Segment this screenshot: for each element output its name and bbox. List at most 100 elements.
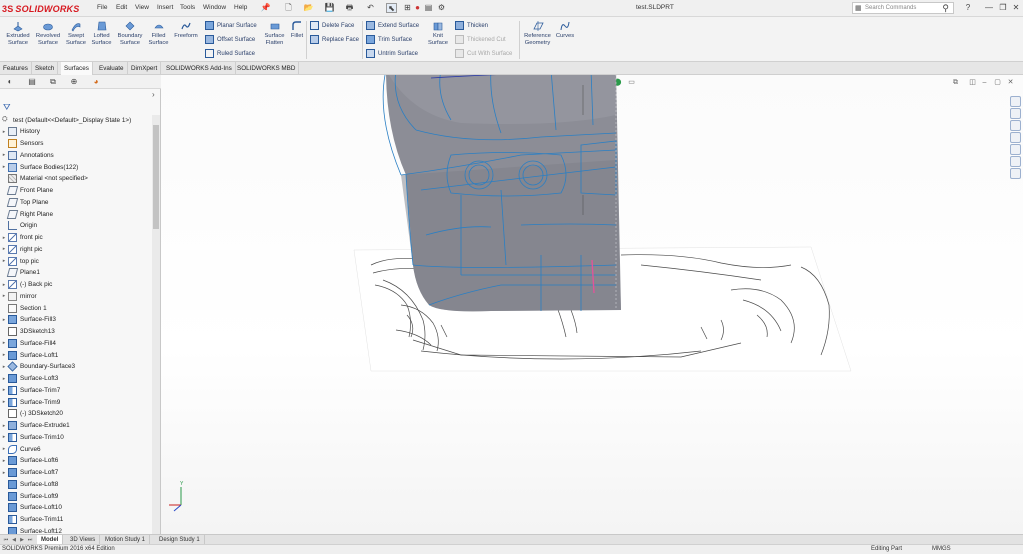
expand-arrow-icon[interactable]: ▸ — [0, 235, 8, 241]
tree-item[interactable]: ▸ History — [0, 126, 152, 138]
graphics-area[interactable]: ⌕ ⌕ ↺ ◧ ✎ ⬒ ◩ ◉ ◆ ⬤ ▭ ⧉ ◫ – ▢ ✕ — [161, 75, 1023, 534]
open-icon[interactable]: 📂 — [303, 3, 314, 13]
feature-tree-scrollbar[interactable] — [152, 115, 160, 534]
expand-arrow-icon[interactable]: ▸ — [0, 470, 8, 476]
tab-surfaces[interactable]: Surfaces — [61, 62, 93, 75]
dimxpert-manager-icon[interactable]: ⊕ — [68, 77, 80, 87]
next-tab-icon[interactable]: ▶ — [18, 536, 26, 544]
planar-surface-button[interactable]: Planar Surface — [205, 20, 257, 31]
tree-item[interactable]: Plane1 — [0, 267, 152, 279]
print-icon[interactable]: 🖶 — [344, 3, 355, 13]
previous-tab-icon[interactable]: ◀ — [10, 536, 18, 544]
appearances-icon[interactable] — [1010, 144, 1021, 155]
tree-item[interactable]: Front Plane — [0, 185, 152, 197]
restore-button[interactable]: ❐ — [997, 3, 1009, 13]
tree-item[interactable]: Surface-Loft10 — [0, 502, 152, 514]
undo-icon[interactable]: ↶ — [365, 3, 376, 13]
minimize-button[interactable]: — — [983, 3, 995, 13]
options-gear-icon[interactable]: ⚙ — [436, 3, 447, 13]
extruded-surface-button[interactable]: Extruded Surface — [4, 20, 32, 47]
file-explorer-icon[interactable] — [1010, 120, 1021, 131]
tree-item[interactable]: Section 1 — [0, 302, 152, 314]
design-library-icon[interactable] — [1010, 108, 1021, 119]
file-properties-icon[interactable]: ▤ — [423, 3, 434, 13]
tree-item[interactable]: Surface-Trim11 — [0, 514, 152, 526]
tree-item[interactable]: ▸ Surface-Trim7 — [0, 385, 152, 397]
reference-geometry-button[interactable]: Reference Geometry — [522, 20, 553, 47]
expand-arrow-icon[interactable]: ▸ — [0, 282, 8, 288]
tree-item[interactable]: 3DSketch13 — [0, 326, 152, 338]
solidworks-resources-icon[interactable] — [1010, 96, 1021, 107]
menu-help[interactable]: Help — [234, 4, 247, 11]
curves-button[interactable]: Curves — [554, 20, 576, 40]
lofted-surface-button[interactable]: Lofted Surface — [89, 20, 114, 47]
menu-insert[interactable]: Insert — [157, 4, 173, 11]
thicken-button[interactable]: Thicken — [455, 20, 488, 31]
expand-arrow-icon[interactable]: ▸ — [0, 129, 8, 135]
tree-root[interactable]: ⛭ test (Default<<Default>_Display State … — [2, 115, 131, 125]
search-icon[interactable]: ⚲ — [942, 3, 949, 14]
freeform-button[interactable]: Freeform — [172, 20, 200, 40]
filter-icon[interactable]: ⛛ — [3, 102, 11, 113]
tab-features[interactable]: Features — [0, 62, 32, 75]
scrollbar-thumb[interactable] — [153, 125, 159, 229]
new-document-icon[interactable]: 🗋 — [283, 3, 294, 13]
expand-arrow-icon[interactable]: ▸ — [0, 246, 8, 252]
help-button[interactable]: ? — [962, 3, 974, 13]
expand-arrow-icon[interactable]: ▸ — [0, 340, 8, 346]
tree-item[interactable]: ▸ Surface-Trim10 — [0, 432, 152, 444]
tree-item[interactable]: Origin — [0, 220, 152, 232]
tree-item[interactable]: ▸ right pic — [0, 244, 152, 256]
view-palette-icon[interactable] — [1010, 132, 1021, 143]
untrim-surface-button[interactable]: Untrim Surface — [366, 48, 418, 59]
tree-item[interactable]: ▸ Surface-Loft1 — [0, 349, 152, 361]
expand-arrow-icon[interactable]: ▸ — [0, 423, 8, 429]
tree-item[interactable]: ▸ Annotations — [0, 150, 152, 162]
tree-item[interactable]: Material <not specified> — [0, 173, 152, 185]
fillet-button[interactable]: Fillet — [288, 20, 306, 40]
tree-item[interactable]: ▸ Surface-Trim9 — [0, 396, 152, 408]
delete-face-button[interactable]: Delete Face — [310, 20, 354, 31]
traffic-light-icon[interactable]: ● — [412, 3, 423, 13]
tree-item[interactable]: ▸ mirror — [0, 291, 152, 303]
ruled-surface-button[interactable]: Ruled Surface — [205, 48, 255, 59]
expand-arrow-icon[interactable]: ▸ — [0, 317, 8, 323]
tree-item[interactable]: ▸ Surface-Loft3 — [0, 373, 152, 385]
menu-file[interactable]: File — [97, 4, 107, 11]
knit-surface-button[interactable]: Knit Surface — [427, 20, 449, 47]
tab-evaluate[interactable]: Evaluate — [96, 62, 128, 75]
surface-flatten-button[interactable]: Surface Flatten — [262, 20, 287, 47]
tab-solidworks-add-ins[interactable]: SOLIDWORKS Add-Ins — [163, 62, 236, 75]
last-tab-icon[interactable]: ⏭ — [26, 536, 34, 544]
tree-item[interactable]: ▸ (-) Back pic — [0, 279, 152, 291]
expand-arrow-icon[interactable]: ▸ — [0, 434, 8, 440]
display-manager-icon[interactable]: ◕ — [90, 77, 102, 87]
tree-item[interactable]: ▸ Surface-Extrude1 — [0, 420, 152, 432]
tree-item[interactable]: ▸ Boundary-Surface3 — [0, 361, 152, 373]
swept-surface-button[interactable]: Swept Surface — [63, 20, 89, 47]
menu-tools[interactable]: Tools — [180, 4, 195, 11]
tab-dimxpert[interactable]: DimXpert — [128, 62, 162, 75]
extend-surface-button[interactable]: Extend Surface — [366, 20, 419, 31]
tree-item[interactable]: ▸ Surface-Fill3 — [0, 314, 152, 326]
tree-item[interactable]: ▸ Curve6 — [0, 443, 152, 455]
property-manager-icon[interactable]: ▤ — [26, 77, 38, 87]
tree-item[interactable]: ▸ front pic — [0, 232, 152, 244]
expand-arrow-icon[interactable]: ▸ — [0, 458, 8, 464]
tab-solidworks-mbd[interactable]: SOLIDWORKS MBD — [234, 62, 300, 75]
revolved-surface-button[interactable]: Revolved Surface — [33, 20, 63, 47]
tree-item[interactable]: ▸ Surface-Loft7 — [0, 467, 152, 479]
unit-system-selector[interactable]: MMGS — [932, 546, 951, 552]
solidworks-logo[interactable]: 3S SOLIDWORKS — [2, 2, 79, 15]
tree-item[interactable]: Sensors — [0, 138, 152, 150]
tree-item[interactable]: Surface-Loft8 — [0, 479, 152, 491]
boundary-surface-button[interactable]: Boundary Surface — [114, 20, 146, 47]
solidworks-forum-icon[interactable] — [1010, 168, 1021, 179]
feature-manager-icon[interactable]: ◐ — [4, 77, 16, 87]
filled-surface-button[interactable]: Filled Surface — [146, 20, 171, 47]
expand-arrow-icon[interactable]: ▸ — [0, 152, 8, 158]
custom-properties-icon[interactable] — [1010, 156, 1021, 167]
cut-with-surface-button[interactable]: Cut With Surface — [455, 48, 512, 59]
tab-sketch[interactable]: Sketch — [32, 62, 59, 75]
tree-item[interactable]: ▸ Surface-Loft6 — [0, 455, 152, 467]
